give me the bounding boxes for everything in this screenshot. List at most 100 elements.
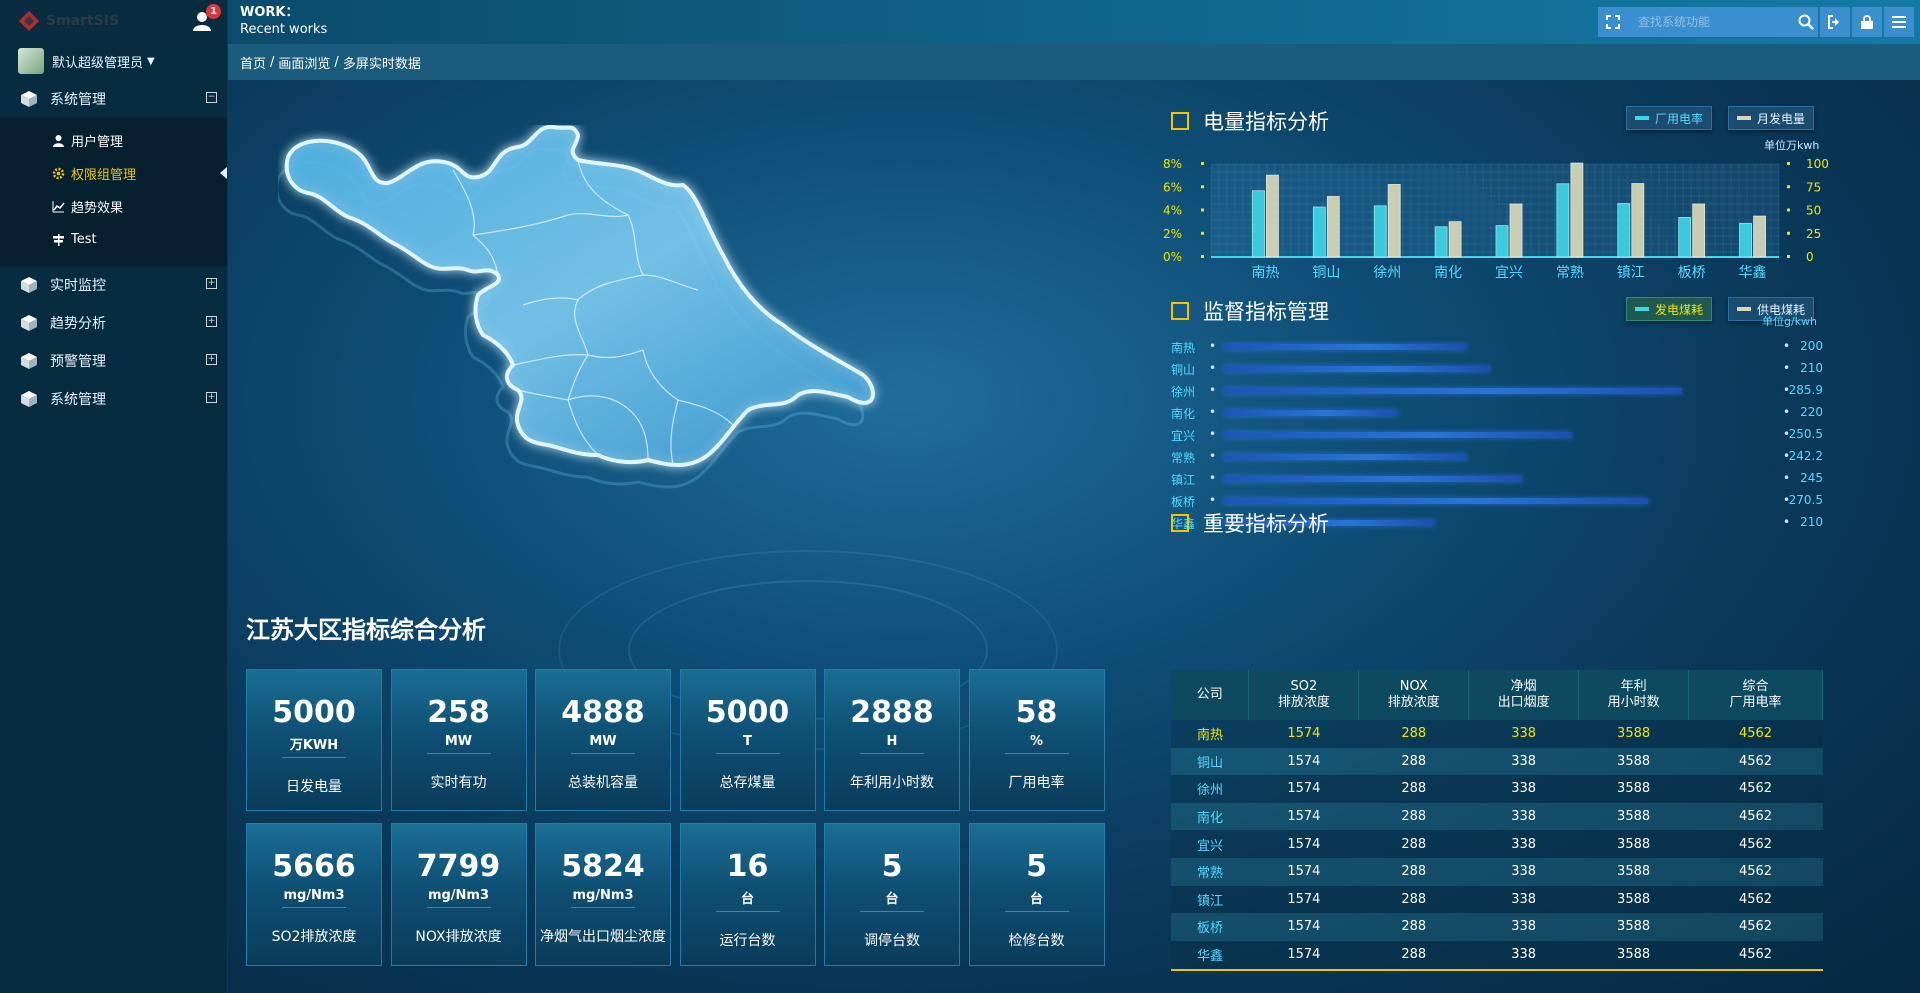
- table-row[interactable]: 镇江 1574 288 338 3588 4562: [1171, 885, 1823, 914]
- kpi-card[interactable]: 5666 mg/Nm3 SO2排放浓度: [246, 823, 382, 966]
- table-header-text: 出口烟度: [1497, 695, 1550, 710]
- menu-group-system-2[interactable]: 系统管理 +: [0, 380, 227, 418]
- hbar-dot: •: [1783, 339, 1791, 353]
- hbar-bar[interactable]: [1224, 388, 1682, 394]
- breadcrumb-screen-browse[interactable]: 画面浏览: [278, 53, 330, 72]
- hbar-bar[interactable]: [1224, 454, 1467, 460]
- expand-icon[interactable]: +: [206, 278, 217, 289]
- hbar-category: 铜山: [1171, 363, 1196, 377]
- hbar-bar[interactable]: [1224, 476, 1522, 482]
- header-subtitle: Recent works: [240, 22, 328, 37]
- sidebar-item-trend-effect[interactable]: 趋势效果: [0, 190, 227, 223]
- table-cell: 288: [1358, 747, 1469, 776]
- map-outline: [284, 125, 875, 467]
- table-row[interactable]: 常熟 1574 288 338 3588 4562: [1171, 857, 1823, 886]
- fullscreen-icon: [1606, 15, 1620, 29]
- menu-button[interactable]: [1884, 7, 1914, 37]
- kpi-card[interactable]: 16 台运行台数: [679, 823, 816, 966]
- logout-button[interactable]: [1820, 7, 1850, 37]
- table-cell-company: 镇江: [1171, 885, 1249, 914]
- table-row[interactable]: 铜山 1574 288 338 3588 4562: [1171, 747, 1823, 776]
- hbar-bar[interactable]: [1224, 432, 1573, 438]
- panel-key-metrics-title-text: 重要指标分析: [1203, 512, 1329, 536]
- jiangsu-map[interactable]: [278, 125, 918, 505]
- x-tick-label: 常熟: [1556, 265, 1584, 281]
- sidebar-item-test[interactable]: Test: [0, 223, 227, 256]
- expand-icon[interactable]: +: [206, 316, 217, 327]
- table-header-text: SO2: [1290, 679, 1318, 694]
- kpi-card[interactable]: 7799 mg/Nm3 NOX排放浓度: [390, 823, 527, 966]
- legend-plant-power-rate[interactable]: 厂用电率: [1626, 106, 1713, 130]
- kpi-card[interactable]: 258 MW 实时有功: [390, 669, 527, 811]
- kpi-value: 5824: [561, 849, 645, 884]
- kpi-label: 日发电量: [286, 779, 342, 795]
- sidebar-item-users[interactable]: 用户管理: [0, 124, 227, 157]
- table-cell: 3588: [1578, 830, 1689, 858]
- collapse-icon[interactable]: −: [206, 92, 217, 103]
- search-input[interactable]: [1638, 15, 1798, 29]
- bar-plant-power-rate: [1373, 205, 1387, 258]
- breadcrumb-current: 多屏实时数据: [342, 56, 421, 72]
- kpi-card[interactable]: 5824 mg/Nm3 净烟气出口烟尘浓度: [535, 823, 671, 966]
- chevron-down-icon: ▼: [147, 55, 155, 67]
- bar-monthly-generation: [1753, 215, 1766, 258]
- kpi-card[interactable]: 5 台检修台数: [968, 823, 1105, 966]
- menu-group-warning[interactable]: 预警管理 +: [0, 342, 227, 380]
- hbar-bar[interactable]: [1224, 498, 1648, 504]
- kpi-unit: T: [715, 734, 780, 754]
- y-right-tick-mark: [1787, 162, 1790, 165]
- table-row[interactable]: 板桥 1574 288 338 3588 4562: [1171, 913, 1823, 941]
- y-left-tick-mark: [1201, 208, 1204, 212]
- table-header-text: 年利: [1620, 679, 1647, 694]
- menu-group-realtime-monitor[interactable]: 实时监控 +: [0, 266, 227, 304]
- kpi-unit: MW: [571, 734, 635, 754]
- fullscreen-button[interactable]: [1598, 7, 1628, 37]
- table-cell: 3588: [1578, 720, 1689, 748]
- menu-group-trend-analysis[interactable]: 趋势分析 +: [0, 304, 227, 342]
- kpi-card[interactable]: 5000 万KWH 日发电量: [246, 669, 382, 811]
- expand-icon[interactable]: +: [206, 354, 217, 365]
- bar-plant-power-rate: [1495, 225, 1509, 258]
- kpi-card[interactable]: 4888 MW 总装机容量: [535, 669, 671, 811]
- sidebar-item-label: 趋势效果: [71, 201, 124, 216]
- bar-plant-power-rate: [1434, 226, 1448, 258]
- hbar-dot: •: [1209, 361, 1217, 375]
- hbar-dot: •: [1209, 427, 1217, 441]
- kpi-card[interactable]: 5 台调停台数: [824, 823, 960, 966]
- table-cell: 4562: [1688, 720, 1823, 748]
- hbar-value: 210: [1800, 515, 1823, 529]
- table-cell: 288: [1358, 940, 1469, 969]
- table-cell: 3588: [1578, 775, 1689, 803]
- kpi-card[interactable]: 5000 T 总存煤量: [679, 669, 816, 811]
- table-cell: 1574: [1248, 775, 1359, 803]
- table-cell: 4562: [1688, 747, 1823, 776]
- expand-icon[interactable]: +: [206, 392, 217, 403]
- hbar-bar[interactable]: [1224, 344, 1467, 350]
- breadcrumb-home[interactable]: 首页: [240, 53, 266, 72]
- legend-generation-coal[interactable]: 发电煤耗: [1626, 297, 1713, 321]
- y-left-tick-label: 2%: [1163, 227, 1182, 241]
- table-row[interactable]: 南化 1574 288 338 3588 4562: [1171, 802, 1823, 831]
- search-icon[interactable]: [1798, 14, 1814, 30]
- kpi-value: 2888: [850, 695, 934, 730]
- sidebar-item-permission-groups[interactable]: 权限组管理: [0, 157, 227, 190]
- hbar-value: 245: [1800, 471, 1823, 485]
- legend-monthly-generation[interactable]: 月发电量: [1728, 106, 1815, 130]
- menu-group-system[interactable]: 系统管理 −: [0, 80, 227, 118]
- table-row[interactable]: 华鑫 1574 288 338 3588 4562: [1171, 940, 1823, 969]
- menu-group-label: 预警管理: [50, 354, 106, 370]
- bar-monthly-generation: [1448, 221, 1462, 258]
- hbar-bar[interactable]: [1224, 410, 1399, 416]
- panel-power-title-text: 电量指标分析: [1203, 110, 1329, 134]
- kpi-card[interactable]: 58% 厂用电率: [968, 669, 1105, 811]
- table-cell-company: 南热: [1171, 720, 1249, 748]
- kpi-card[interactable]: 2888 H 年利用小时数: [824, 669, 960, 811]
- table-row[interactable]: 南热 1574 288 338 3588 4562: [1171, 720, 1823, 748]
- user-menu[interactable]: 默认超级管理员 ▼: [0, 42, 227, 80]
- lock-button[interactable]: [1852, 7, 1882, 37]
- table-row[interactable]: 徐州 1574 288 338 3588 4562: [1171, 775, 1823, 803]
- table-cell: 1574: [1248, 802, 1359, 831]
- table-row[interactable]: 宜兴 1574 288 338 3588 4562: [1171, 830, 1823, 858]
- hbar-row: 南化 • • 220: [1171, 401, 1823, 423]
- hbar-bar[interactable]: [1224, 366, 1490, 372]
